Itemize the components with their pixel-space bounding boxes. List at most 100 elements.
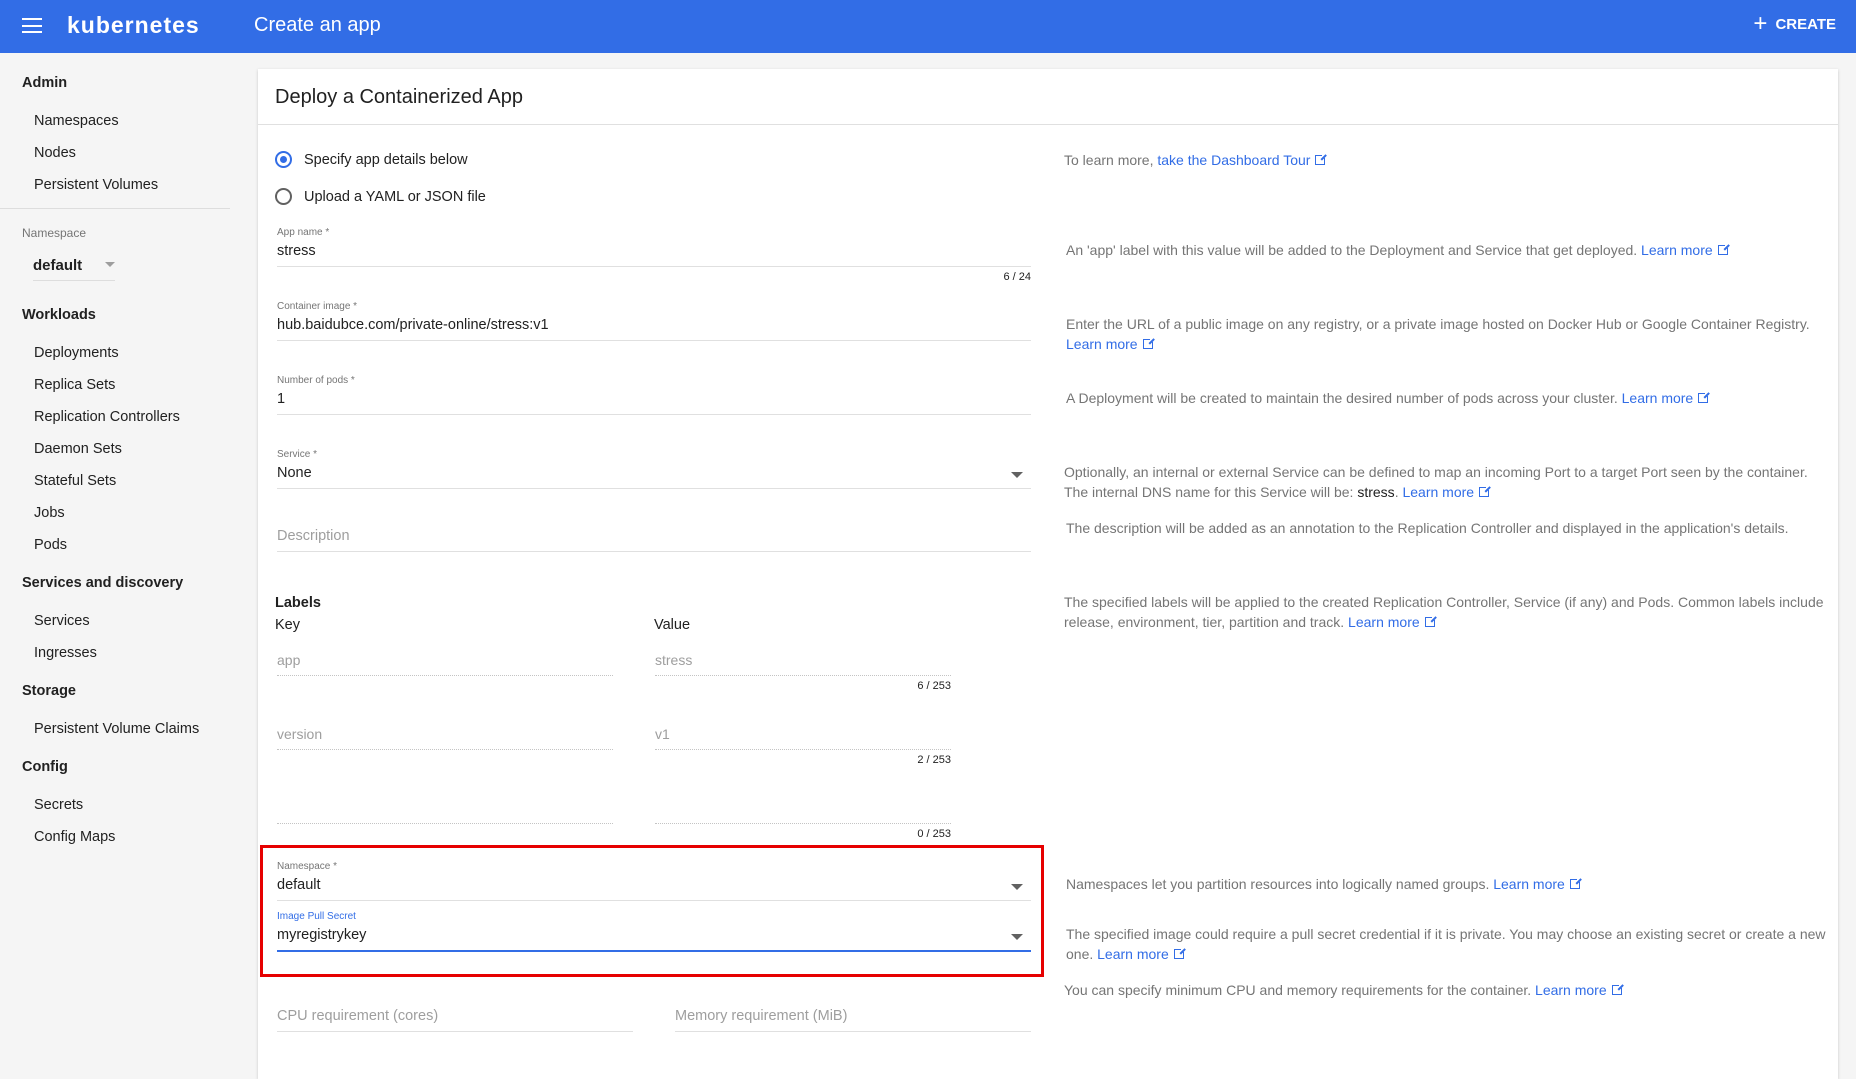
help-service-text: Optionally, an internal or external Serv… bbox=[1064, 464, 1808, 480]
help-pods: A Deployment will be created to maintain… bbox=[1066, 388, 1826, 408]
sidebar-item-jobs[interactable]: Jobs bbox=[34, 505, 65, 521]
sidebar-item-secrets[interactable]: Secrets bbox=[34, 797, 83, 813]
container-image-input[interactable]: hub.baidubce.com/private-online/stress:v… bbox=[277, 317, 1031, 341]
label-key-field bbox=[277, 800, 613, 824]
help-app-name: An 'app' label with this value will be a… bbox=[1066, 240, 1826, 260]
sidebar-item-config-maps[interactable]: Config Maps bbox=[34, 829, 115, 845]
sidebar-section-services[interactable]: Services and discovery bbox=[22, 575, 183, 591]
sidebar-section-admin[interactable]: Admin bbox=[22, 75, 67, 91]
label-key-field: version bbox=[277, 726, 613, 750]
help-labels-text: The specified labels will be applied to … bbox=[1064, 594, 1824, 630]
label-value-field: v1 2 / 253 bbox=[655, 726, 951, 766]
labels-key-head: Key bbox=[275, 617, 300, 633]
label-value-counter: 6 / 253 bbox=[917, 680, 951, 692]
help-namespace-text: Namespaces let you partition resources i… bbox=[1066, 876, 1490, 892]
namespace-selector[interactable]: default bbox=[33, 257, 115, 281]
cpu-field: CPU requirement (cores) bbox=[277, 1008, 633, 1032]
label-value-counter: 0 / 253 bbox=[917, 828, 951, 840]
sidebar-item-persistent-volume-claims[interactable]: Persistent Volume Claims bbox=[34, 721, 199, 737]
description-input[interactable]: Description bbox=[277, 528, 1031, 552]
sidebar-section-workloads[interactable]: Workloads bbox=[22, 307, 96, 323]
learn-more-link[interactable]: Learn more bbox=[1493, 876, 1565, 892]
sidebar: Admin Namespaces Nodes Persistent Volume… bbox=[0, 53, 232, 1068]
external-link-icon bbox=[1173, 947, 1186, 959]
label-key-input[interactable] bbox=[277, 800, 613, 824]
help-tour: To learn more, take the Dashboard Tour bbox=[1064, 150, 1824, 170]
sidebar-item-replica-sets[interactable]: Replica Sets bbox=[34, 377, 115, 393]
help-container-image: Enter the URL of a public image on any r… bbox=[1066, 314, 1836, 354]
sidebar-item-ingresses[interactable]: Ingresses bbox=[34, 645, 97, 661]
help-resources: You can specify minimum CPU and memory r… bbox=[1064, 980, 1824, 1000]
sidebar-section-storage[interactable]: Storage bbox=[22, 683, 76, 699]
learn-more-link[interactable]: Learn more bbox=[1641, 242, 1713, 258]
label-key-input[interactable]: version bbox=[277, 726, 613, 750]
label-value-input[interactable]: stress bbox=[655, 652, 951, 676]
help-service-dns-suffix: . bbox=[1394, 484, 1399, 500]
sidebar-item-services[interactable]: Services bbox=[34, 613, 90, 629]
label-value-counter: 2 / 253 bbox=[917, 754, 951, 766]
label-value-input[interactable] bbox=[655, 800, 951, 824]
app-name-counter: 6 / 24 bbox=[1003, 271, 1031, 283]
radio-upload-label: Upload a YAML or JSON file bbox=[304, 188, 486, 205]
description-field: Description bbox=[277, 528, 1031, 552]
help-pods-text: A Deployment will be created to maintain… bbox=[1066, 390, 1618, 406]
radio-checked-icon bbox=[275, 151, 292, 168]
labels-title: Labels bbox=[275, 595, 321, 611]
help-tour-text: To learn more, bbox=[1064, 152, 1158, 168]
learn-more-link[interactable]: Learn more bbox=[1402, 484, 1474, 500]
sidebar-divider bbox=[0, 208, 230, 209]
label-key-field: app bbox=[277, 652, 613, 676]
help-app-name-text: An 'app' label with this value will be a… bbox=[1066, 242, 1638, 258]
learn-more-link[interactable]: Learn more bbox=[1097, 946, 1169, 962]
sidebar-item-deployments[interactable]: Deployments bbox=[34, 345, 119, 361]
external-link-icon bbox=[1142, 337, 1155, 349]
learn-more-link[interactable]: Learn more bbox=[1066, 336, 1138, 352]
learn-more-link[interactable]: Learn more bbox=[1622, 390, 1694, 406]
sidebar-item-namespaces[interactable]: Namespaces bbox=[34, 113, 119, 129]
service-select-value: None bbox=[277, 465, 312, 481]
service-select[interactable]: None bbox=[277, 465, 1031, 489]
sidebar-item-persistent-volumes[interactable]: Persistent Volumes bbox=[34, 177, 158, 193]
external-link-icon bbox=[1479, 485, 1492, 497]
service-label: Service * bbox=[277, 449, 318, 460]
sidebar-item-daemon-sets[interactable]: Daemon Sets bbox=[34, 441, 122, 457]
cpu-input[interactable]: CPU requirement (cores) bbox=[277, 1008, 633, 1032]
help-namespace: Namespaces let you partition resources i… bbox=[1066, 874, 1826, 894]
pods-input[interactable]: 1 bbox=[277, 391, 1031, 415]
sidebar-section-config[interactable]: Config bbox=[22, 759, 68, 775]
sidebar-item-nodes[interactable]: Nodes bbox=[34, 145, 76, 161]
radio-specify-details[interactable]: Specify app details below bbox=[275, 151, 468, 168]
dashboard-tour-link[interactable]: take the Dashboard Tour bbox=[1157, 152, 1310, 168]
memory-input[interactable]: Memory requirement (MiB) bbox=[675, 1008, 1031, 1032]
memory-field: Memory requirement (MiB) bbox=[675, 1008, 1031, 1032]
learn-more-link[interactable]: Learn more bbox=[1348, 614, 1420, 630]
sidebar-item-pods[interactable]: Pods bbox=[34, 537, 67, 553]
external-link-icon bbox=[1315, 153, 1328, 165]
menu-icon[interactable] bbox=[22, 18, 42, 33]
external-link-icon bbox=[1611, 983, 1624, 995]
page-title: Create an app bbox=[254, 14, 381, 36]
brand-logo[interactable]: kubernetes bbox=[67, 12, 200, 39]
label-key-input[interactable]: app bbox=[277, 652, 613, 676]
label-value-field: stress 6 / 253 bbox=[655, 652, 951, 692]
plus-icon: + bbox=[1753, 10, 1768, 37]
learn-more-link[interactable]: Learn more bbox=[1535, 982, 1607, 998]
card-title: Deploy a Containerized App bbox=[275, 86, 523, 108]
container-image-field: Container image * hub.baidubce.com/priva… bbox=[277, 301, 1031, 341]
app-name-field: App name * stress 6 / 24 bbox=[277, 227, 1031, 283]
chevron-down-icon bbox=[105, 262, 115, 267]
label-value-input[interactable]: v1 bbox=[655, 726, 951, 750]
help-resources-text: You can specify minimum CPU and memory r… bbox=[1064, 982, 1532, 998]
app-name-input[interactable]: stress bbox=[277, 243, 1031, 267]
help-service-dns-text: The internal DNS name for this Service w… bbox=[1064, 484, 1358, 500]
sidebar-item-stateful-sets[interactable]: Stateful Sets bbox=[34, 473, 116, 489]
create-button[interactable]: + CREATE bbox=[1753, 10, 1836, 37]
service-field: Service * None bbox=[277, 449, 1031, 489]
sidebar-item-replication-controllers[interactable]: Replication Controllers bbox=[34, 409, 180, 425]
external-link-icon bbox=[1698, 391, 1711, 403]
radio-upload-file[interactable]: Upload a YAML or JSON file bbox=[275, 188, 486, 205]
top-bar: kubernetes Create an app + CREATE bbox=[0, 0, 1856, 53]
radio-specify-label: Specify app details below bbox=[304, 151, 468, 168]
help-service: Optionally, an internal or external Serv… bbox=[1064, 462, 1836, 502]
help-description: The description will be added as an anno… bbox=[1066, 518, 1826, 538]
